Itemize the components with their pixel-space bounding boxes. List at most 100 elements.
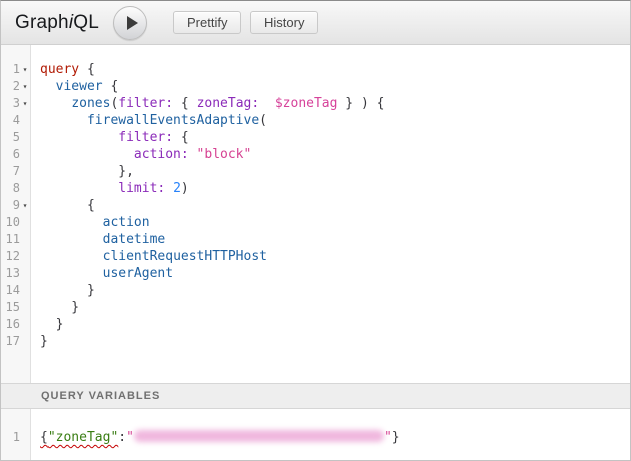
- gutter-row: 11: [1, 231, 30, 248]
- code-line[interactable]: firewallEventsAdaptive(: [40, 112, 626, 129]
- code-token: ): [181, 181, 189, 196]
- code-line[interactable]: userAgent: [40, 265, 626, 282]
- line-number: 15: [6, 299, 20, 316]
- execute-query-button[interactable]: [113, 6, 147, 40]
- code-line[interactable]: }: [40, 316, 626, 333]
- code-token: {: [173, 96, 196, 111]
- code-token: zoneTag:: [197, 96, 260, 111]
- line-number: 10: [6, 214, 20, 231]
- line-number: 2: [13, 78, 20, 95]
- code-token: [40, 266, 103, 281]
- logo-text-post: QL: [73, 12, 99, 33]
- line-number: 7: [13, 163, 20, 180]
- gutter-row: 16: [1, 316, 30, 333]
- code-token: $zoneTag: [275, 96, 338, 111]
- fold-arrow-icon[interactable]: ▾: [20, 78, 30, 95]
- code-line[interactable]: action: [40, 214, 626, 231]
- code-token: {: [40, 430, 48, 445]
- code-token: datetime: [103, 232, 166, 247]
- gutter-row: 1: [1, 429, 30, 446]
- line-number: 8: [13, 180, 20, 197]
- code-line[interactable]: filter: {: [40, 129, 626, 146]
- fold-arrow-icon[interactable]: ▾: [20, 197, 30, 214]
- play-icon: [127, 16, 138, 30]
- code-token: }: [40, 317, 63, 332]
- code-line[interactable]: {"zoneTag":""}: [40, 429, 626, 446]
- gutter-row: 10: [1, 214, 30, 231]
- code-token: "zoneTag": [48, 430, 118, 445]
- code-token: userAgent: [103, 266, 173, 281]
- code-line[interactable]: }: [40, 282, 626, 299]
- code-token: {: [40, 198, 95, 213]
- code-token: [40, 215, 103, 230]
- toolbar: GraphiQL Prettify History: [1, 1, 630, 45]
- line-number: 3: [13, 95, 20, 112]
- line-number: 12: [6, 248, 20, 265]
- code-token: [40, 249, 103, 264]
- code-token: limit:: [118, 181, 165, 196]
- code-token: 2: [173, 181, 181, 196]
- code-line[interactable]: limit: 2): [40, 180, 626, 197]
- gutter-row: 13: [1, 265, 30, 282]
- code-token: [40, 79, 56, 94]
- variables-editor[interactable]: 1 {"zoneTag":""}: [1, 409, 630, 460]
- code-token: query: [40, 62, 79, 77]
- line-number: 13: [6, 265, 20, 282]
- code-line[interactable]: },: [40, 163, 626, 180]
- variables-line-number-gutter: 1: [1, 409, 31, 460]
- code-line[interactable]: }: [40, 299, 626, 316]
- code-token: filter:: [118, 130, 173, 145]
- code-token: {: [173, 130, 189, 145]
- query-code-area[interactable]: query { viewer { zones(filter: { zoneTag…: [31, 45, 630, 383]
- code-token: [40, 232, 103, 247]
- gutter-row: 17: [1, 333, 30, 350]
- code-line[interactable]: query {: [40, 61, 626, 78]
- redacted-zone-tag-value: [134, 430, 384, 442]
- code-token: {: [103, 79, 119, 94]
- gutter-row: 1▾: [1, 61, 30, 78]
- code-token: [40, 181, 118, 196]
- gutter-row: 3▾: [1, 95, 30, 112]
- code-token: }: [40, 334, 48, 349]
- query-editor[interactable]: 1▾2▾3▾456789▾1011121314151617 query { vi…: [1, 45, 630, 383]
- gutter-row: 14: [1, 282, 30, 299]
- code-token: }: [40, 300, 79, 315]
- graphiql-logo: GraphiQL: [15, 1, 99, 44]
- code-line[interactable]: action: "block": [40, 146, 626, 163]
- code-token: [40, 147, 134, 162]
- gutter-row: 12: [1, 248, 30, 265]
- code-token: "block": [197, 147, 252, 162]
- variables-code-area[interactable]: {"zoneTag":""}: [31, 409, 630, 460]
- code-token: [40, 96, 71, 111]
- line-number-gutter: 1▾2▾3▾456789▾1011121314151617: [1, 45, 31, 383]
- code-token: [165, 181, 173, 196]
- code-token: action: [103, 215, 150, 230]
- gutter-row: 2▾: [1, 78, 30, 95]
- code-token: clientRequestHTTPHost: [103, 249, 267, 264]
- line-number: 9: [13, 197, 20, 214]
- graphiql-window: GraphiQL Prettify History 1▾2▾3▾456789▾1…: [0, 0, 631, 461]
- line-number: 16: [6, 316, 20, 333]
- code-token: [259, 96, 275, 111]
- code-line[interactable]: datetime: [40, 231, 626, 248]
- code-line[interactable]: zones(filter: { zoneTag: $zoneTag } ) {: [40, 95, 626, 112]
- fold-arrow-icon[interactable]: ▾: [20, 95, 30, 112]
- query-variables-title-bar[interactable]: QUERY VARIABLES: [1, 383, 630, 409]
- code-line[interactable]: }: [40, 333, 626, 350]
- code-token: ": [126, 430, 134, 445]
- prettify-button[interactable]: Prettify: [173, 11, 241, 34]
- code-line[interactable]: {: [40, 197, 626, 214]
- code-token: action:: [134, 147, 189, 162]
- line-number: 1: [13, 61, 20, 78]
- fold-arrow-icon[interactable]: ▾: [20, 61, 30, 78]
- code-line[interactable]: clientRequestHTTPHost: [40, 248, 626, 265]
- gutter-row: 15: [1, 299, 30, 316]
- code-token: [40, 130, 118, 145]
- code-token: },: [40, 164, 134, 179]
- code-line[interactable]: viewer {: [40, 78, 626, 95]
- code-token: [40, 113, 87, 128]
- gutter-row: 6: [1, 146, 30, 163]
- history-button[interactable]: History: [250, 11, 318, 34]
- code-token: } ) {: [337, 96, 384, 111]
- line-number: 17: [6, 333, 20, 350]
